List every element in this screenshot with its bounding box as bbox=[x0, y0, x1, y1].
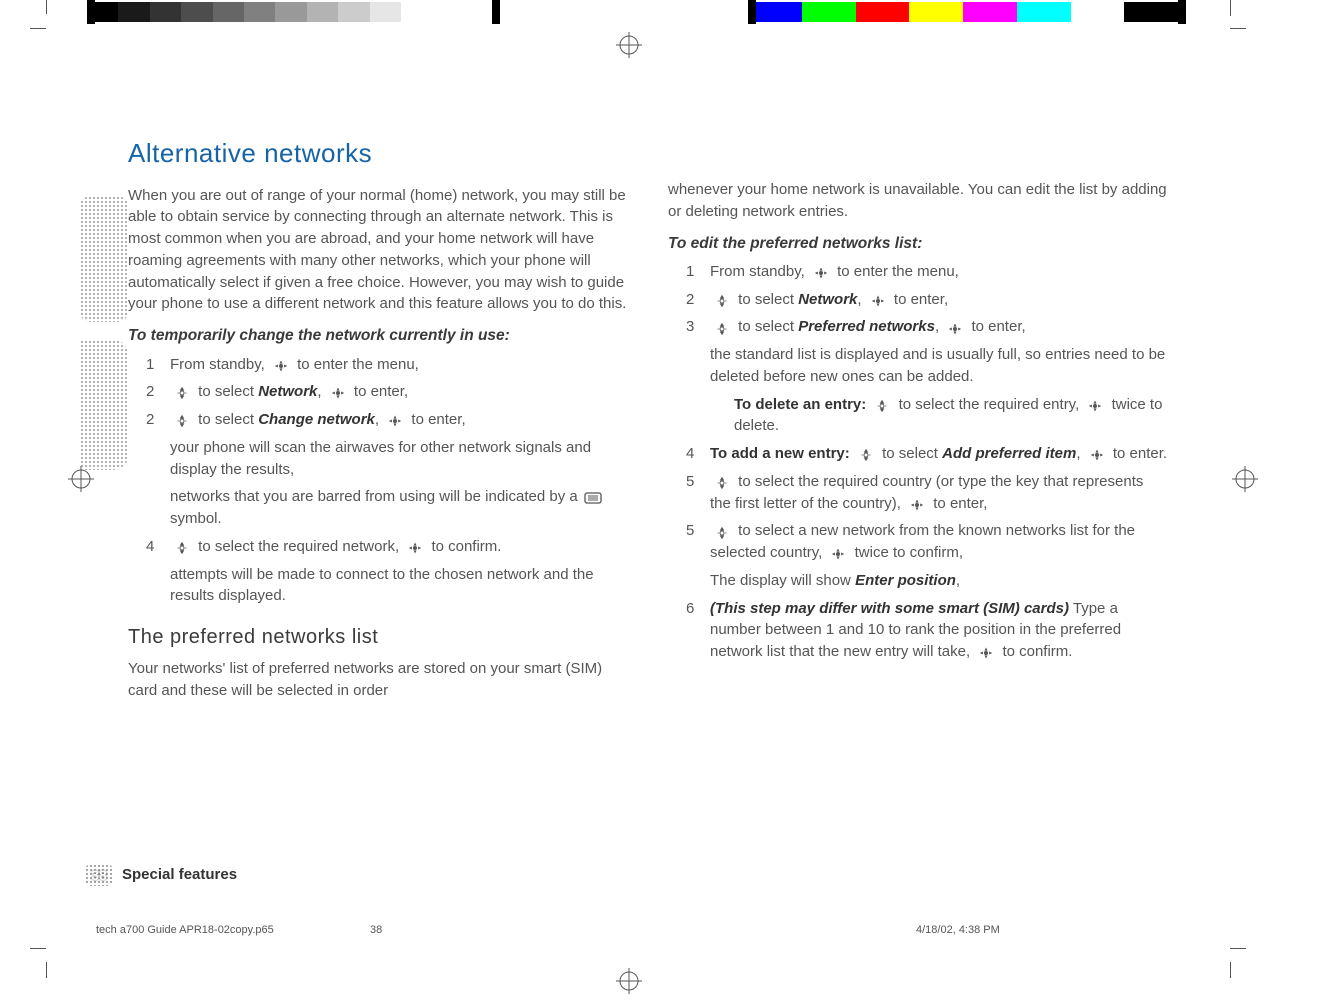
procedure-heading: To temporarily change the network curren… bbox=[128, 325, 628, 347]
nav-center-icon bbox=[1085, 398, 1105, 412]
body-paragraph: Your networks' list of preferred network… bbox=[128, 658, 628, 702]
step-note: your phone will scan the airwaves for ot… bbox=[170, 437, 628, 481]
nav-updown-icon bbox=[712, 293, 732, 307]
step: 2 to select Change network, to enter, bbox=[146, 409, 628, 431]
step: 4 To add a new entry: to select Add pref… bbox=[686, 443, 1168, 465]
nav-updown-icon bbox=[712, 321, 732, 335]
registration-mark-icon bbox=[1232, 466, 1258, 492]
nav-updown-icon bbox=[712, 525, 732, 539]
step: 1 From standby, to enter the menu, bbox=[686, 261, 1168, 283]
nav-center-icon bbox=[328, 385, 348, 399]
page-number-box: 38 bbox=[85, 864, 113, 886]
footer-date: 4/18/02, 4:38 PM bbox=[916, 924, 1000, 936]
nav-center-icon bbox=[811, 265, 831, 279]
barred-network-icon bbox=[584, 490, 602, 504]
body-paragraph: whenever your home network is unavailabl… bbox=[668, 179, 1168, 223]
step: 4 to select the required network, to con… bbox=[146, 536, 628, 558]
nav-updown-icon bbox=[712, 475, 732, 489]
printer-color-bar bbox=[748, 2, 1178, 22]
nav-center-icon bbox=[1087, 447, 1107, 461]
nav-updown-icon bbox=[872, 398, 892, 412]
nav-updown-icon bbox=[856, 447, 876, 461]
printer-grayscale-bar bbox=[87, 2, 495, 22]
footer-filename: tech a700 Guide APR18-02copy.p65 bbox=[96, 924, 274, 936]
nav-center-icon bbox=[828, 546, 848, 560]
step: 5 to select a new network from the known… bbox=[686, 520, 1168, 564]
procedure-heading: To edit the preferred networks list: bbox=[668, 233, 1168, 255]
step-note: The display will show Enter position, bbox=[710, 570, 1168, 592]
nav-center-icon bbox=[868, 293, 888, 307]
nav-updown-icon bbox=[172, 413, 192, 427]
nav-center-icon bbox=[405, 540, 425, 554]
nav-center-icon bbox=[385, 413, 405, 427]
page-number: 38 bbox=[91, 867, 107, 883]
nav-center-icon bbox=[907, 497, 927, 511]
step: 1 From standby, to enter the menu, bbox=[146, 354, 628, 376]
step: 2 to select Network, to enter, bbox=[146, 381, 628, 403]
nav-center-icon bbox=[945, 321, 965, 335]
step: 6 (This step may differ with some smart … bbox=[686, 598, 1168, 663]
chapter-title: Special features bbox=[122, 866, 237, 883]
registration-mark-icon bbox=[616, 968, 642, 994]
side-decoration bbox=[80, 196, 128, 488]
nav-center-icon bbox=[271, 358, 291, 372]
step-note: the standard list is displayed and is us… bbox=[710, 344, 1168, 388]
nav-center-icon bbox=[976, 645, 996, 659]
nav-updown-icon bbox=[172, 385, 192, 399]
section-heading: Alternative networks bbox=[128, 135, 628, 173]
nav-updown-icon bbox=[172, 540, 192, 554]
footer-page: 38 bbox=[370, 924, 382, 936]
step-note: networks that you are barred from using … bbox=[170, 486, 628, 530]
step: 3 to select Preferred networks, to enter… bbox=[686, 316, 1168, 338]
step-note: attempts will be made to connect to the … bbox=[170, 564, 628, 608]
intro-paragraph: When you are out of range of your normal… bbox=[128, 185, 628, 316]
subsection-heading: The preferred networks list bbox=[128, 623, 628, 652]
step: 2 to select Network, to enter, bbox=[686, 289, 1168, 311]
delete-entry-note: To delete an entry: to select the requir… bbox=[734, 394, 1168, 438]
registration-mark-icon bbox=[616, 32, 642, 58]
step: 5 to select the required country (or typ… bbox=[686, 471, 1168, 515]
